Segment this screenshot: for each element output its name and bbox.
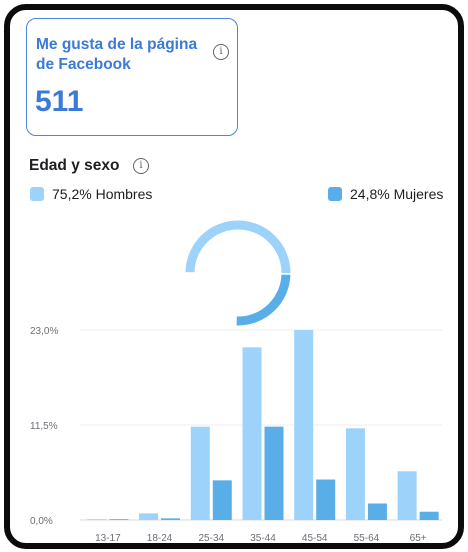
bar-women-25-34[interactable]	[212, 480, 232, 520]
bar-men-45-54[interactable]	[294, 330, 314, 520]
x-tick-label: 55-64	[354, 533, 380, 543]
x-tick-label: 18-24	[147, 533, 173, 543]
y-tick-label: 11,5%	[30, 421, 58, 432]
bar-women-45-54[interactable]	[316, 479, 336, 520]
bar-women-13-17[interactable]	[109, 519, 129, 520]
bar-men-25-34[interactable]	[190, 426, 210, 520]
bar-men-65+[interactable]	[397, 471, 417, 520]
bar-women-35-44[interactable]	[264, 426, 284, 520]
bar-women-18-24[interactable]	[161, 518, 181, 520]
x-tick-label: 35-44	[250, 533, 276, 543]
bar-men-55-64[interactable]	[345, 428, 365, 520]
bar-women-55-64[interactable]	[367, 503, 387, 520]
y-tick-label: 23,0%	[30, 326, 58, 337]
x-tick-label: 65+	[410, 533, 427, 543]
bar-men-18-24[interactable]	[139, 513, 159, 520]
bar-women-65+[interactable]	[419, 511, 439, 520]
y-tick-label: 0,0%	[30, 516, 53, 527]
bar-men-13-17[interactable]	[87, 519, 107, 520]
x-tick-label: 25-34	[198, 533, 224, 543]
x-tick-label: 45-54	[302, 533, 328, 543]
bar-men-35-44[interactable]	[242, 347, 262, 520]
x-tick-label: 13-17	[95, 533, 121, 543]
age-gender-bar-chart: 0,0% 11,5% 23,0% 13-17 18-24 25-34 35-44 45-54 5…	[30, 326, 442, 543]
insights-panel: Me gusta de la página de Facebook i 511 …	[4, 4, 464, 549]
